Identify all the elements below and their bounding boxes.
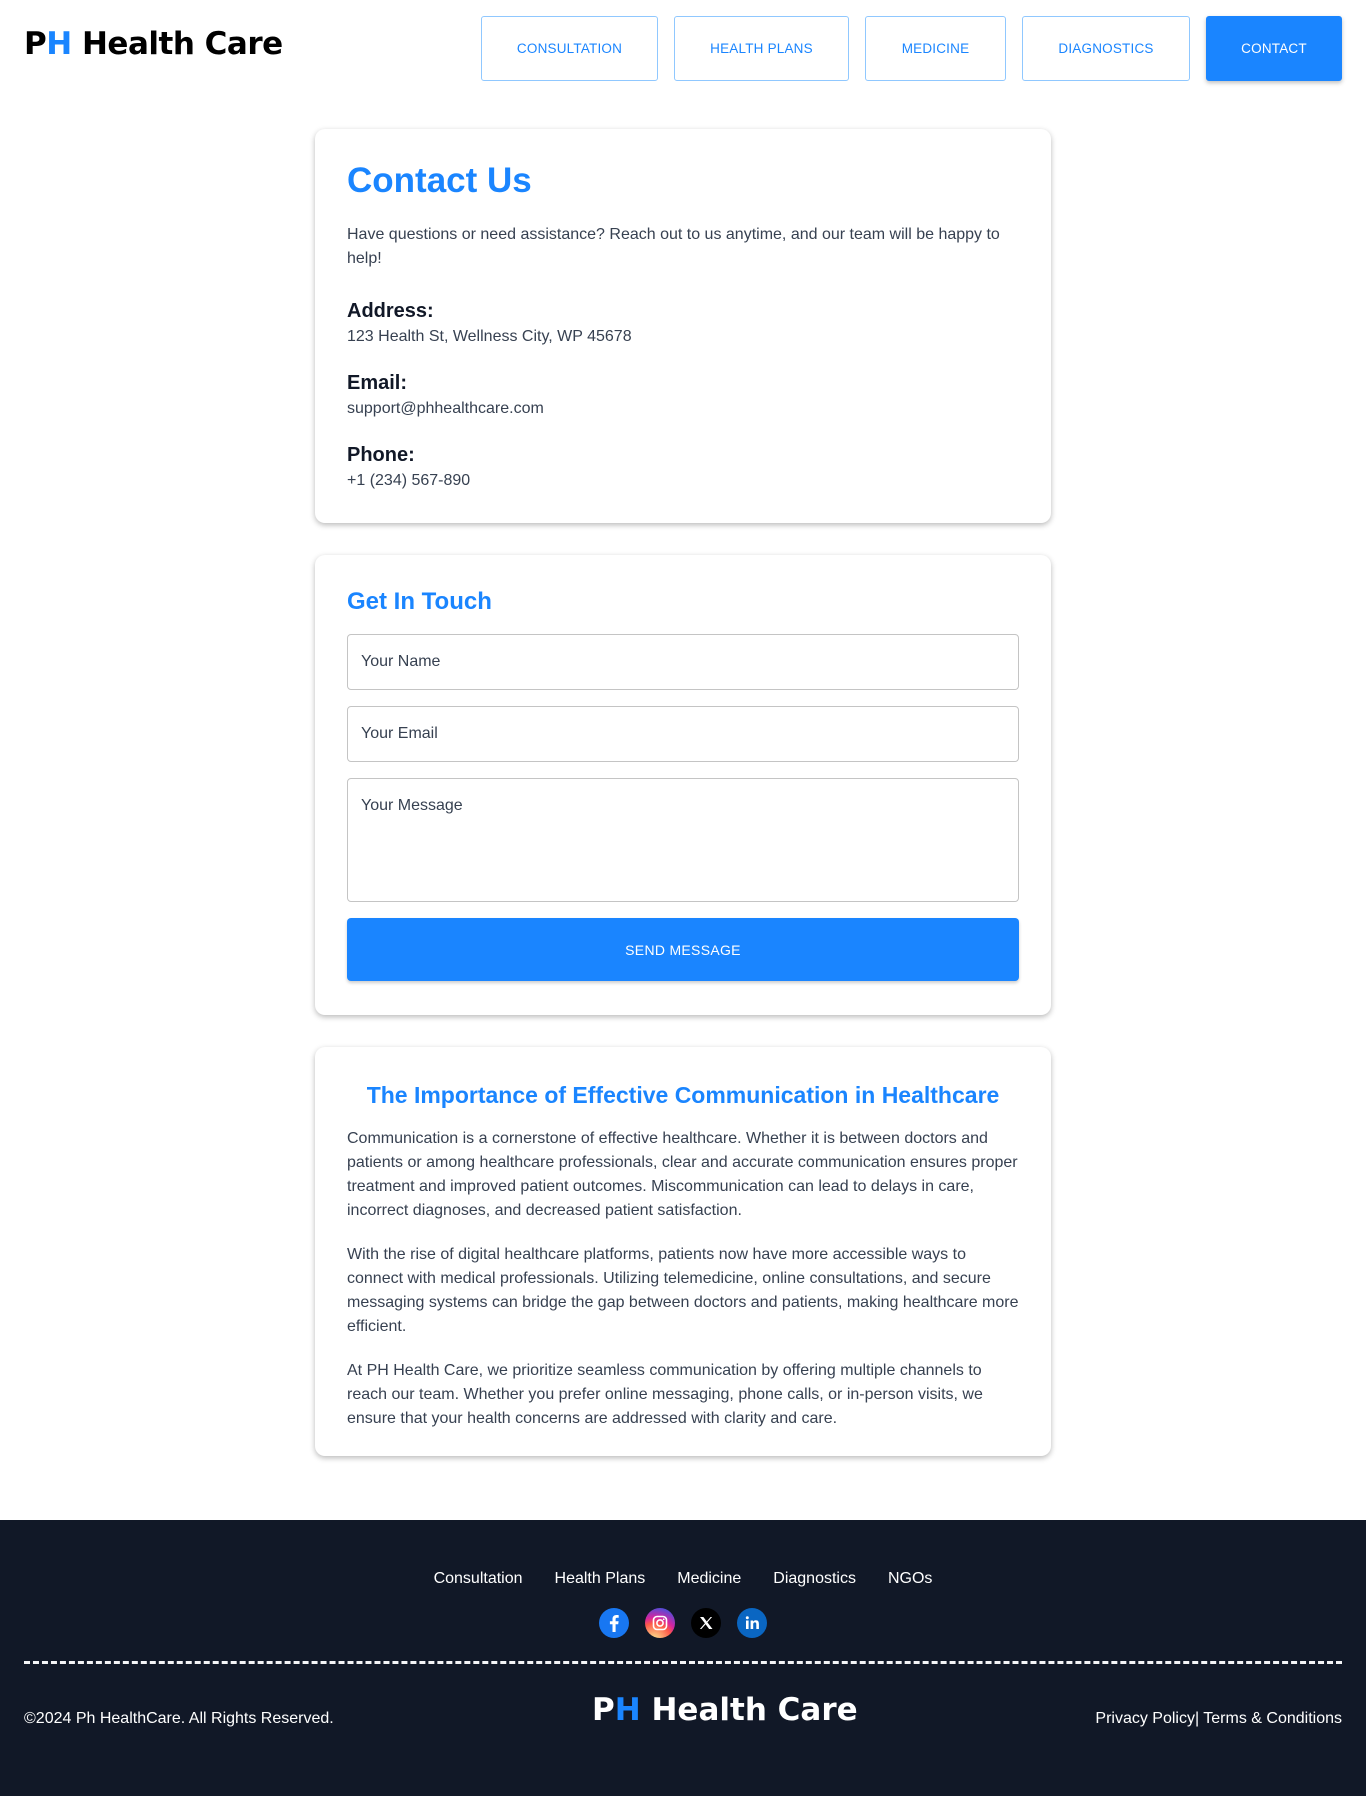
copyright-text: ©2024 Ph HealthCare. All Rights Reserved…	[24, 1710, 334, 1727]
footer-link-ngos[interactable]: NGOs	[888, 1570, 932, 1588]
footer-link-consultation[interactable]: Consultation	[434, 1570, 523, 1588]
footer-divider	[24, 1661, 1342, 1664]
nav-contact[interactable]: CONTACT	[1206, 16, 1342, 81]
article-paragraph: With the rise of digital healthcare plat…	[347, 1246, 1019, 1335]
email-value: support@phhealthcare.com	[347, 400, 544, 417]
email-label: Email:	[347, 372, 408, 394]
nav-diagnostics[interactable]: DIAGNOSTICS	[1022, 16, 1190, 81]
logo-letter-h: H	[46, 26, 72, 62]
send-message-button[interactable]: SEND MESSAGE	[347, 918, 1019, 981]
x-icon[interactable]	[691, 1608, 721, 1638]
footer-logo-letter-h: H	[614, 1692, 641, 1728]
article-paragraph: At PH Health Care, we prioritize seamles…	[347, 1362, 983, 1427]
nav-health-plans[interactable]: HEALTH PLANS	[674, 16, 849, 81]
page-title: Contact Us	[347, 161, 532, 200]
article-card: The Importance of Effective Communicatio…	[315, 1047, 1051, 1456]
phone-value: +1 (234) 567-890	[347, 472, 471, 489]
footer-link-health-plans[interactable]: Health Plans	[555, 1570, 646, 1588]
footer-link-diagnostics[interactable]: Diagnostics	[773, 1570, 856, 1588]
article-title: The Importance of Effective Communicatio…	[366, 1082, 1000, 1108]
facebook-icon[interactable]	[599, 1608, 629, 1638]
logo-letter-p: P	[24, 26, 47, 62]
footer-links: Consultation Health Plans Medicine Diagn…	[0, 1570, 1366, 1588]
contact-intro: Have questions or need assistance? Reach…	[347, 226, 1000, 267]
contact-form-card: Get In Touch SEND MESSAGE	[315, 555, 1051, 1015]
linkedin-icon[interactable]	[737, 1608, 767, 1638]
nav-medicine[interactable]: MEDICINE	[865, 16, 1006, 81]
phone-label: Phone:	[347, 444, 415, 466]
name-input[interactable]	[347, 634, 1019, 690]
main-nav: CONSULTATION HEALTH PLANS MEDICINE DIAGN…	[481, 16, 1342, 81]
logo-text: Health Care	[71, 26, 283, 62]
site-footer: Consultation Health Plans Medicine Diagn…	[0, 1520, 1366, 1796]
address-value: 123 Health St, Wellness City, WP 45678	[347, 328, 632, 345]
site-header: PH Health Care CONSULTATION HEALTH PLANS…	[0, 0, 1366, 96]
legal-links[interactable]: Privacy Policy| Terms & Conditions	[1095, 1710, 1342, 1728]
email-input[interactable]	[347, 706, 1019, 762]
nav-consultation[interactable]: CONSULTATION	[481, 16, 658, 81]
contact-info-card: Contact Us Have questions or need assist…	[315, 129, 1051, 523]
address-label: Address:	[347, 300, 434, 322]
footer-logo[interactable]: PH Health Care	[592, 1692, 858, 1728]
footer-link-medicine[interactable]: Medicine	[677, 1570, 741, 1588]
article-paragraph: Communication is a cornerstone of effect…	[347, 1130, 1018, 1219]
footer-logo-text: Health Care	[640, 1692, 858, 1728]
footer-logo-letter-p: P	[592, 1692, 615, 1728]
social-links	[0, 1608, 1366, 1638]
instagram-icon[interactable]	[645, 1608, 675, 1638]
message-textarea[interactable]	[347, 778, 1019, 902]
form-title: Get In Touch	[347, 588, 492, 615]
site-logo[interactable]: PH Health Care	[24, 26, 283, 62]
